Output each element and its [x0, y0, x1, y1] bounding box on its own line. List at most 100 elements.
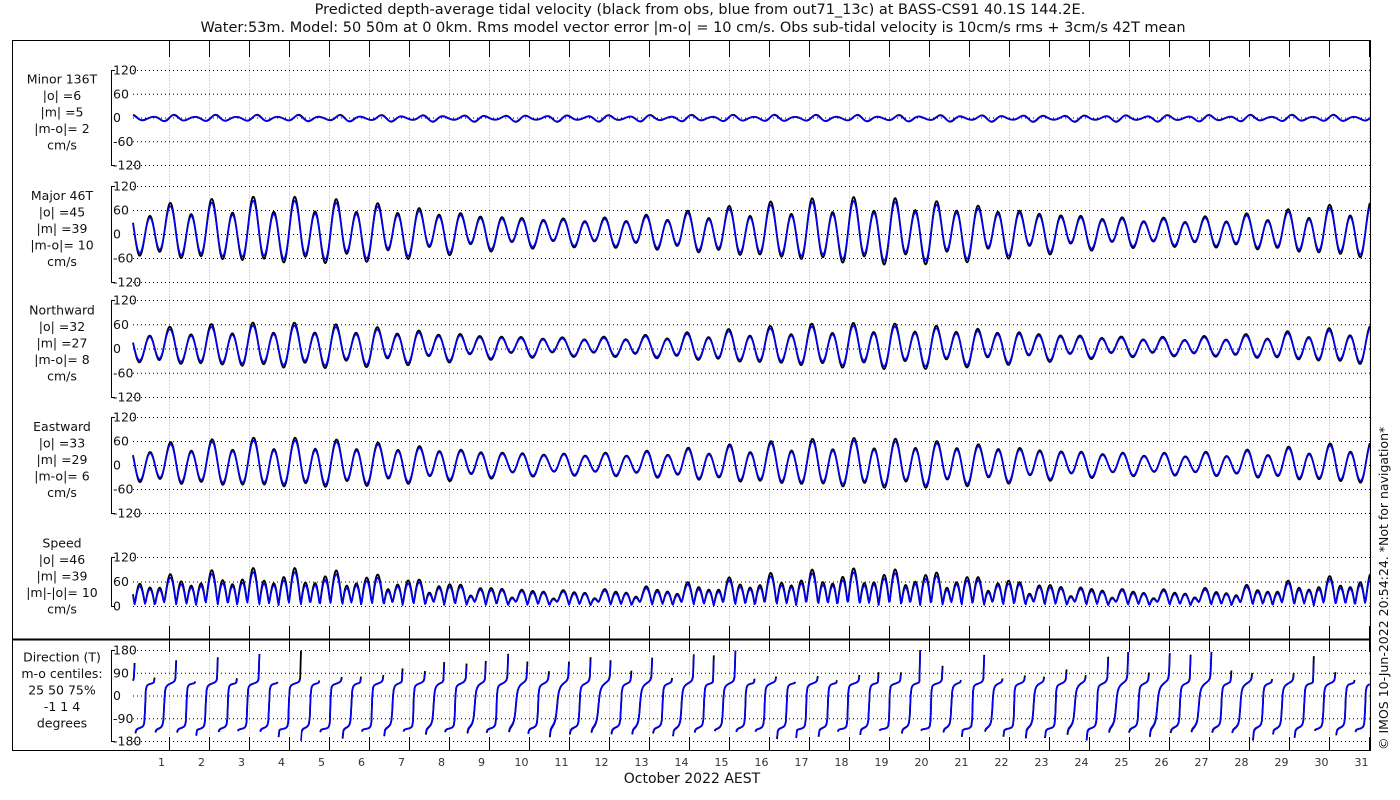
panel-label-line: |o| =45 — [39, 205, 85, 220]
x-tick-label: 19 — [875, 756, 889, 769]
obs-series-line — [132, 195, 1371, 266]
x-tick-label: 1 — [158, 756, 165, 769]
panel-label-line: cm/s — [47, 369, 77, 384]
y-tick-label: 120 — [113, 63, 137, 78]
y-tick-label: -180 — [113, 734, 141, 749]
tidal-velocity-chart: Predicted depth-average tidal velocity (… — [12, 2, 1391, 787]
x-tick-label: 27 — [1195, 756, 1209, 769]
y-tick-label: -60 — [113, 365, 133, 380]
panel-label-line: Direction (T) — [23, 650, 101, 665]
x-tick-label: 11 — [555, 756, 569, 769]
x-tick-label: 5 — [318, 756, 325, 769]
panel-north: Northward|o| =32 |m| =27|m-o|= 8 cm/s 120 60… — [29, 293, 1371, 405]
x-tick-label: 24 — [1075, 756, 1089, 769]
x-axis-label: October 2022 AEST — [624, 771, 761, 787]
x-tick-label: 17 — [795, 756, 809, 769]
y-tick-label: 60 — [113, 574, 129, 589]
y-tick-label: 0 — [113, 458, 121, 473]
footer-copyright: © IMOS 10-Jun-2022 20:54:24. *Not for na… — [1376, 427, 1391, 750]
panel-dir: Direction (T)m-o centiles: 25 50 75%-1 1 … — [21, 643, 1371, 749]
panel-label-line: Minor 136T — [27, 72, 98, 87]
x-tick-label: 8 — [438, 756, 445, 769]
panel-label-line: Eastward — [33, 419, 91, 434]
panel-label-line: |m|-|o|= 10 — [26, 585, 98, 600]
obs-series-line — [132, 436, 1371, 489]
y-tick-label: -120 — [113, 506, 141, 521]
y-tick-label: 0 — [113, 599, 121, 614]
panel-label-line: |o| =33 — [39, 436, 85, 451]
x-tick-label: 13 — [635, 756, 649, 769]
x-tick-label: 18 — [835, 756, 849, 769]
x-tick-label: 6 — [358, 756, 365, 769]
panel-label-line: Speed — [42, 536, 81, 551]
panel-label-line: |m| =39 — [37, 221, 88, 236]
panel-major: Major 46T |o| =45|m| =39 |m-o|= 10cm/s 120 6… — [30, 179, 1371, 290]
panel-label-line: |o| =32 — [39, 319, 85, 334]
x-tick-label: 20 — [915, 756, 929, 769]
panel-label-line: degrees — [37, 716, 87, 731]
x-tick-label: 10 — [515, 756, 529, 769]
y-tick-label: -90 — [113, 711, 133, 726]
chart-title-line-1: Predicted depth-average tidal velocity (… — [315, 2, 1086, 18]
model-series-line — [132, 324, 1371, 368]
x-tick-label: 2 — [198, 756, 205, 769]
panel-label-line: |m-o|= 8 — [34, 352, 89, 367]
x-tick-label: 21 — [955, 756, 969, 769]
panel-label-line: |o| =6 — [43, 88, 82, 103]
panel-label-line: |m| =5 — [41, 105, 84, 120]
panel-label-line: cm/s — [47, 485, 77, 500]
y-tick-label: -60 — [113, 251, 133, 266]
x-tick-label: 3 — [238, 756, 245, 769]
chart-title-line-2: Water:53m. Model: 50 50m at 0 0km. Rms m… — [200, 20, 1185, 36]
x-tick-label: 7 — [398, 756, 405, 769]
panel-label-line: cm/s — [47, 602, 77, 617]
panel-label-line: |m-o|= 2 — [34, 121, 89, 136]
y-tick-label: 90 — [113, 665, 129, 680]
y-tick-label: 120 — [113, 293, 137, 308]
panel-label-line: Northward — [29, 303, 95, 318]
panel-label-line: Major 46T — [31, 188, 94, 203]
x-tick-label: 29 — [1275, 756, 1289, 769]
panel-label-line: |m| =39 — [37, 569, 88, 584]
x-tick-label: 15 — [715, 756, 729, 769]
x-tick-label: 31 — [1355, 756, 1369, 769]
y-tick-label: 0 — [113, 227, 121, 242]
panel-label-line: 25 50 75% — [28, 683, 96, 698]
y-tick-label: 60 — [113, 86, 129, 101]
x-tick-label: 22 — [995, 756, 1009, 769]
y-tick-label: -120 — [113, 158, 141, 173]
y-tick-label: 180 — [113, 643, 137, 658]
x-tick-label: 16 — [755, 756, 769, 769]
x-tick-label: 9 — [478, 756, 485, 769]
y-tick-label: 0 — [113, 341, 121, 356]
y-tick-label: 120 — [113, 410, 137, 425]
panel-label-line: m-o centiles: — [21, 666, 102, 681]
x-tick-label: 28 — [1235, 756, 1249, 769]
panel-label-line: -1 1 4 — [44, 699, 80, 714]
y-tick-label: -120 — [113, 390, 141, 405]
model-series-line — [132, 650, 1371, 741]
x-tick-label: 12 — [595, 756, 609, 769]
y-tick-label: 60 — [113, 317, 129, 332]
y-tick-label: -60 — [113, 482, 133, 497]
panel-label-line: cm/s — [47, 254, 77, 269]
y-tick-label: -120 — [113, 275, 141, 290]
y-tick-label: 0 — [113, 110, 121, 125]
panel-speed: Speed|o| =46 |m| =39|m|-|o|= 10 cm/s 120 60 0 — [26, 536, 1371, 617]
y-tick-label: 60 — [113, 434, 129, 449]
panel-label-line: |o| =46 — [39, 552, 85, 567]
plot-frame — [12, 40, 1371, 751]
x-tick-label: 14 — [675, 756, 689, 769]
model-series-line — [132, 439, 1371, 486]
panel-label-line: |m| =29 — [37, 452, 88, 467]
y-tick-label: 120 — [113, 179, 137, 194]
panel-minor: Minor 136T|o| =6 |m| =5|m-o|= 2 cm/s 120 60 0… — [27, 63, 1371, 173]
y-tick-label: -60 — [113, 134, 133, 149]
panel-label-line: cm/s — [47, 138, 77, 153]
panel-label-line: |m| =27 — [37, 336, 88, 351]
panel-label-line: |m-o|= 10 — [30, 238, 93, 253]
panels-layer: Minor 136T|o| =6 |m| =5|m-o|= 2 cm/s 120 60 0… — [21, 63, 1371, 749]
x-axis: 1 2 3 4 5 6 7 8 9 10 11 12 13 14 15 16 17 18 19 20 21 22 23 24 2… — [158, 41, 1370, 769]
y-tick-label: 60 — [113, 203, 129, 218]
x-tick-label: 4 — [278, 756, 285, 769]
